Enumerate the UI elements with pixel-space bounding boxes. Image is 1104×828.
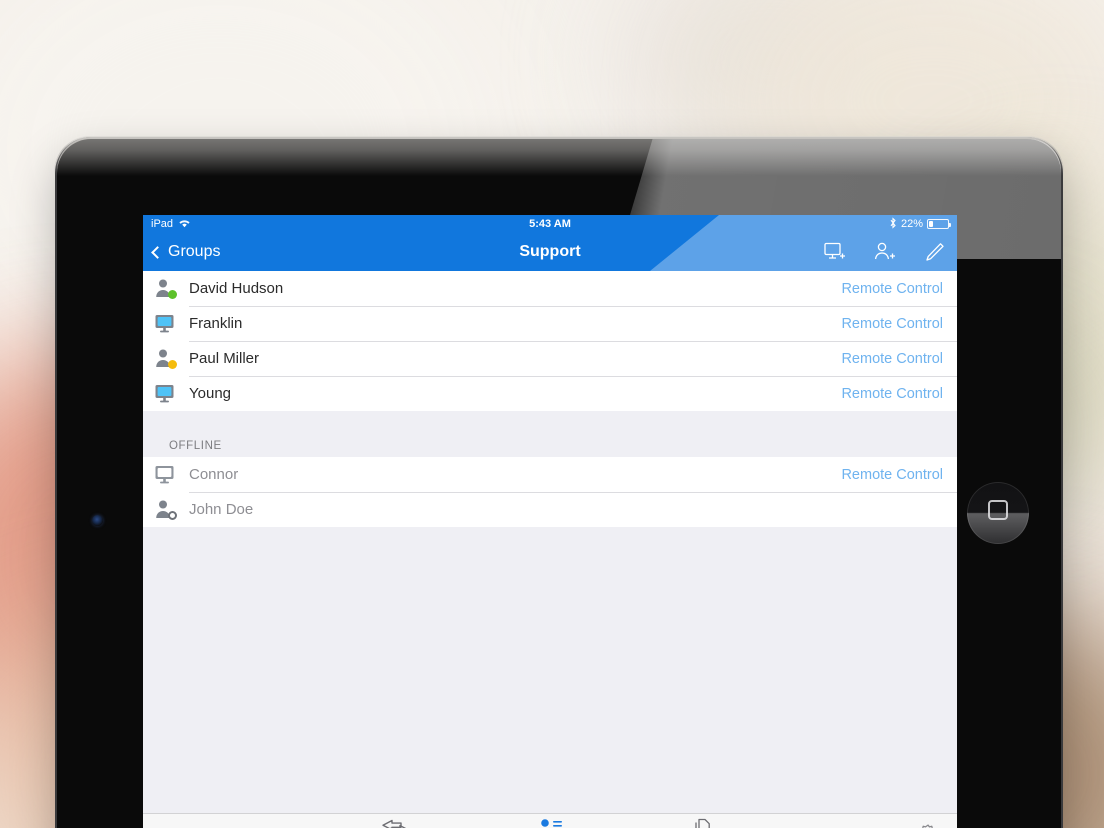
contacts-list-icon — [533, 817, 567, 828]
contact-icon — [153, 498, 179, 522]
list-empty-area — [143, 527, 957, 813]
status-dot-offline — [168, 510, 177, 520]
section-header-offline: OFFLINE — [143, 411, 957, 457]
remote-control-link[interactable]: Remote Control — [841, 281, 943, 297]
screenshot-scene: iPad 5:43 AM 22% Groups Support David Hu… — [0, 0, 1104, 828]
screen-body: David Hudson Remote Control Franklin Rem… — [143, 271, 957, 828]
status-dot-online — [168, 289, 177, 299]
list-item-label: Franklin — [189, 315, 243, 332]
status-bar-right: 22% — [889, 216, 951, 232]
tab-files[interactable]: Files — [640, 817, 768, 828]
list-item-label: Paul Miller — [189, 350, 260, 367]
tab-bar: Connect — [143, 813, 957, 828]
status-bar: iPad 5:43 AM 22% — [143, 215, 957, 233]
computer-icon — [153, 382, 179, 406]
home-button-square-icon — [988, 500, 1008, 520]
contact-icon — [153, 277, 179, 301]
list-item[interactable]: Franklin Remote Control — [143, 306, 957, 341]
list-item-label: Young — [189, 385, 231, 402]
tab-computers-and-contacts[interactable]: Computers & Contacts — [486, 817, 614, 828]
contacts-list: David Hudson Remote Control Franklin Rem… — [143, 271, 957, 527]
computer-icon — [153, 312, 179, 336]
status-dot-away — [168, 359, 177, 369]
list-item-label: Connor — [189, 466, 239, 483]
status-bar-time: 5:43 AM — [529, 218, 571, 230]
remote-control-link[interactable]: Remote Control — [841, 351, 943, 367]
bluetooth-icon — [889, 216, 897, 232]
remote-control-link[interactable]: Remote Control — [841, 316, 943, 332]
remote-control-link[interactable]: Remote Control — [841, 467, 943, 483]
battery-icon — [927, 219, 951, 229]
remote-control-link[interactable]: Remote Control — [841, 386, 943, 402]
connect-arrows-icon — [379, 817, 413, 828]
tab-group: Connect — [332, 817, 768, 828]
home-button[interactable] — [967, 482, 1029, 544]
contact-icon — [153, 347, 179, 371]
battery-percent-label: 22% — [900, 218, 923, 230]
list-item[interactable]: Young Remote Control — [143, 376, 957, 411]
list-item-label: John Doe — [189, 501, 254, 518]
back-button[interactable]: Groups — [151, 243, 221, 261]
chevron-left-icon — [151, 245, 164, 259]
list-item[interactable]: Connor Remote Control — [143, 457, 957, 492]
list-item-label: David Hudson — [189, 280, 284, 297]
list-item[interactable]: David Hudson Remote Control — [143, 271, 957, 306]
settings-button[interactable] — [917, 823, 939, 828]
navigation-bar: Groups Support — [143, 233, 957, 271]
back-button-label: Groups — [168, 243, 221, 260]
tab-connect[interactable]: Connect — [332, 817, 460, 828]
navigation-actions — [823, 241, 947, 263]
add-computer-icon[interactable] — [823, 241, 847, 263]
list-item[interactable]: Paul Miller Remote Control — [143, 341, 957, 376]
edit-pencil-icon[interactable] — [923, 241, 947, 263]
files-icon — [687, 817, 721, 828]
computer-icon — [153, 463, 179, 487]
tablet-device: iPad 5:43 AM 22% Groups Support David Hu… — [54, 136, 1064, 828]
app-screen: iPad 5:43 AM 22% Groups Support David Hu… — [143, 215, 957, 828]
add-contact-icon[interactable] — [873, 241, 897, 263]
front-camera — [92, 515, 103, 526]
list-item[interactable]: John Doe — [143, 492, 957, 527]
